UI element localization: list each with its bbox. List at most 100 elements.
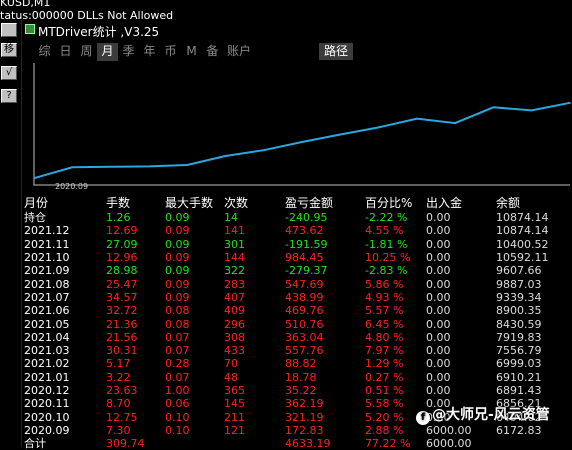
table-row[interactable]: 2021.08 25.47 0.09 283 547.69 5.86 % 0.00 9887.… [24, 277, 566, 291]
table-cell: 409 [224, 304, 245, 318]
table-cell: 0.10 [165, 423, 190, 437]
watermark: f @大师兄-风云资管 [416, 404, 550, 425]
table-row[interactable]: 2021.02 5.17 0.28 70 88.82 1.29 % 0.00 6999.03 [24, 357, 566, 370]
chart-x-tick-label: 2020.09 [55, 182, 89, 191]
table-cell: 0.07 [165, 330, 190, 344]
table-cell: 9339.34 [496, 290, 542, 304]
table-row[interactable]: 2021.07 34.57 0.09 407 438.99 4.93 % 0.00 9339.… [24, 291, 566, 304]
total-cell: 6000.00 [426, 437, 472, 450]
table-cell: 322 [224, 264, 245, 278]
table-cell: 0.00 [426, 317, 451, 331]
table-row[interactable]: 持仓 1.26 0.09 14 -240.95 -2.22 % 0.00 10874.14 [24, 211, 566, 224]
table-cell: 10874.14 [496, 211, 549, 225]
table-cell: 0.09 [165, 251, 190, 265]
table-cell: 363.04 [285, 330, 324, 344]
table-cell: 0.00 [426, 370, 451, 384]
table-cell: 23.63 [106, 384, 138, 397]
balance-point-0 [33, 177, 35, 179]
table-header-row: 月份 手数 最大手数 次数 盈亏金额 百分比% 出入金 余额 [24, 196, 566, 211]
window-title: MTDriver统计 ,V3.25 [38, 25, 160, 39]
table-cell: 141 [224, 224, 245, 238]
column-header-4[interactable]: 盈亏金额 [285, 196, 365, 211]
table-cell: 6999.03 [496, 357, 542, 371]
table-cell: -1.81 % [365, 237, 408, 251]
table-cell: 145 [224, 397, 245, 411]
tab-2[interactable]: 周 [76, 43, 97, 61]
title-bar[interactable]: MTDriver统计 ,V3.25 [22, 20, 572, 40]
table-cell: 35.22 [285, 384, 317, 397]
table-cell: 25.47 [106, 277, 138, 291]
tab-6[interactable]: 币 [160, 43, 181, 61]
table-cell: 0.09 [165, 224, 190, 238]
table-row[interactable]: 2021.01 3.22 0.07 48 18.78 0.27 % 0.00 6910.21 [24, 371, 566, 384]
watermark-text: @大师兄-风云资管 [432, 407, 550, 423]
table-cell: 0.00 [426, 384, 451, 397]
side-button-3[interactable]: √ [1, 66, 17, 80]
table-row[interactable]: 2020.12 23.63 1.00 365 35.22 0.51 % 0.00 6891.4… [24, 384, 566, 397]
table-cell: 469.76 [285, 304, 324, 318]
balance-point-12 [492, 106, 495, 109]
tab-1[interactable]: 日 [55, 43, 76, 61]
table-cell: 4.80 % [365, 330, 404, 344]
app-icon [25, 24, 35, 34]
tab-7[interactable]: M [181, 43, 202, 61]
tab-4[interactable]: 季 [118, 43, 139, 61]
table-cell: 0.09 [165, 237, 190, 251]
table-cell: 0.09 [165, 264, 190, 278]
table-cell: 1.26 [106, 211, 131, 225]
table-cell: 7.30 [106, 423, 131, 437]
side-button-4[interactable]: ? [1, 89, 17, 103]
table-cell: -191.59 [285, 237, 328, 251]
table-cell: 2021.06 [24, 304, 70, 318]
tab-0[interactable]: 综 [34, 43, 55, 61]
balance-point-6 [262, 149, 265, 151]
table-row[interactable]: 2021.03 30.31 0.07 433 557.76 7.97 % 0.00 7556.… [24, 344, 566, 357]
table-row[interactable]: 2021.11 27.09 0.09 301 -191.59 -1.81 % 0.00 104… [24, 238, 566, 251]
table-cell: 6172.83 [496, 423, 542, 437]
table-cell: -2.83 % [365, 264, 408, 278]
column-header-5[interactable]: 百分比% [365, 196, 426, 211]
table-cell: 10.25 % [365, 251, 411, 265]
table-row[interactable]: 2021.09 28.98 0.09 322 -279.37 -2.83 % 0.00 960… [24, 264, 566, 277]
table-row[interactable]: 2021.06 32.72 0.08 409 469.76 5.57 % 0.00 8900.… [24, 304, 566, 317]
tab-9[interactable]: 账户 [223, 43, 255, 61]
table-cell: -240.95 [285, 211, 328, 225]
table-cell: 8900.35 [496, 304, 542, 318]
table-cell: 2021.04 [24, 330, 70, 344]
column-header-0[interactable]: 月份 [24, 196, 106, 211]
table-row[interactable]: 2021.10 12.96 0.09 144 984.45 10.25 % 0.00 1059… [24, 251, 566, 264]
table-cell: 21.56 [106, 330, 138, 344]
table-cell: 14 [224, 211, 238, 225]
table-row[interactable]: 2020.09 7.30 0.10 121 172.83 2.88 % 6000.00 617… [24, 424, 566, 437]
table-cell: -2.22 % [365, 211, 408, 225]
table-row[interactable]: 2021.05 21.36 0.08 296 510.76 6.45 % 0.00 8430.… [24, 317, 566, 331]
table-cell: 1.00 [165, 384, 190, 397]
column-header-3[interactable]: 次数 [224, 196, 285, 211]
side-button-2[interactable]: 移 [1, 43, 17, 57]
column-header-2[interactable]: 最大手数 [165, 196, 224, 211]
table-row[interactable]: 2021.12 12.69 0.09 141 473.62 4.55 % 0.00 10874… [24, 224, 566, 237]
table-cell: 88.82 [285, 357, 317, 371]
tab-8[interactable]: 备 [202, 43, 223, 61]
table-cell: 2021.10 [24, 251, 70, 265]
table-cell: 0.07 [165, 370, 190, 384]
side-button-1[interactable] [1, 23, 17, 37]
total-cell [165, 437, 224, 450]
tab-path[interactable]: 路径 [319, 43, 353, 60]
total-cell: 4633.19 [285, 437, 331, 450]
balance-point-2 [109, 165, 112, 168]
tab-5[interactable]: 年 [139, 43, 160, 61]
table-row[interactable]: 2021.04 21.56 0.07 308 363.04 4.80 % 0.00 7919.… [24, 331, 566, 344]
table-cell: 2021.02 [24, 357, 70, 371]
table-cell: 48 [224, 370, 238, 384]
table-cell: 0.07 [165, 344, 190, 358]
column-header-1[interactable]: 手数 [106, 196, 165, 211]
column-header-6[interactable]: 出入金 [426, 196, 496, 211]
table-cell: 1.29 % [365, 357, 404, 371]
table-cell: 0.00 [426, 237, 451, 251]
tab-3[interactable]: 月 [97, 43, 118, 61]
column-header-7[interactable]: 余额 [496, 196, 566, 211]
table-cell: 0.00 [426, 211, 451, 225]
table-cell: 6891.43 [496, 384, 542, 397]
table-cell: 438.99 [285, 290, 324, 304]
